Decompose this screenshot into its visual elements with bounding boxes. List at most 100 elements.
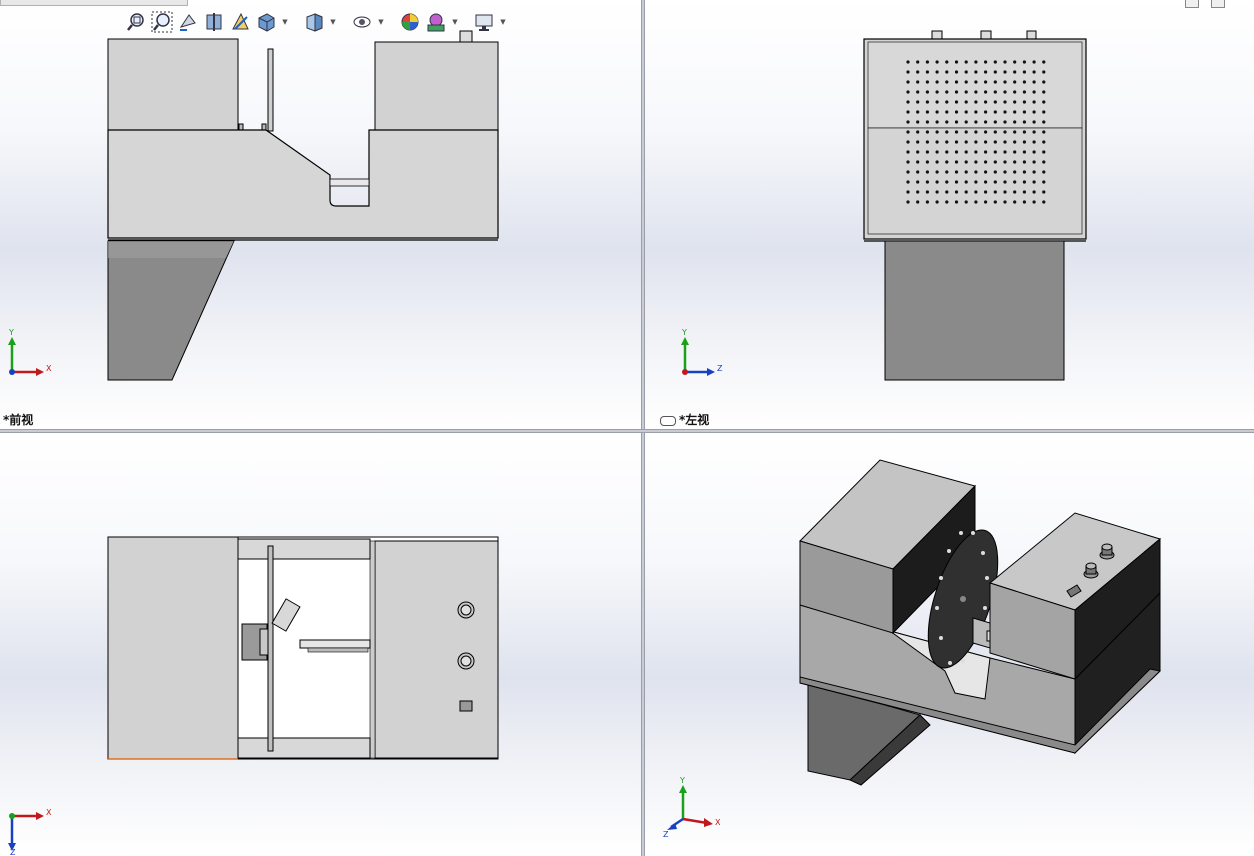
vent-hole [993,170,997,174]
svg-text:X: X [715,818,721,827]
viewport-isometric[interactable]: Y X Z [645,433,1254,856]
vent-hole [984,150,988,154]
axis-triad-top: X Z [8,808,52,856]
front-view-model [107,30,499,381]
vent-hole [1003,180,1007,184]
vent-hole [906,200,910,204]
vent-hole [974,120,978,124]
vent-hole [1042,60,1046,64]
vent-hole [1032,100,1036,104]
vent-hole [964,90,968,94]
svg-text:X: X [46,364,52,373]
vent-hole [1013,80,1017,84]
vent-hole [1003,200,1007,204]
vent-hole [964,110,968,114]
vent-hole [1013,70,1017,74]
vent-hole [916,70,920,74]
vent-hole [945,60,949,64]
vent-hole [1022,190,1026,194]
vent-hole [1013,180,1017,184]
svg-text:Z: Z [717,364,723,373]
vent-hole [993,180,997,184]
vent-hole [984,190,988,194]
vent-hole [954,110,959,114]
vent-hole [935,140,939,144]
svg-text:Y: Y [681,328,687,337]
vent-hole [925,60,929,64]
vent-hole [906,150,910,154]
axis-triad-front: Y X [8,328,52,376]
vent-hole [1042,70,1046,74]
vent-hole [954,180,959,184]
vent-hole [925,190,929,194]
vent-hole [906,190,910,194]
vent-hole [945,160,949,164]
vent-hole [906,80,910,84]
vent-hole [954,140,959,144]
vent-hole [1042,110,1046,114]
vent-hole [954,90,959,94]
viewport-top[interactable]: X Z [0,433,641,856]
vent-hole [925,70,929,74]
vent-hole [1003,110,1007,114]
vent-hole [1042,200,1046,204]
vent-hole [906,180,910,184]
vent-hole [1013,160,1017,164]
vent-hole [984,180,988,184]
vent-hole [974,150,978,154]
vent-hole [1032,190,1036,194]
vent-hole [925,130,929,134]
vent-hole [974,200,978,204]
vent-hole [1042,160,1046,164]
vent-hole [935,80,939,84]
vent-hole [925,160,929,164]
vent-hole [906,70,910,74]
view-label-left[interactable]: *左视 [660,411,709,428]
vent-hole [1013,60,1017,64]
vent-hole [954,170,959,174]
svg-text:Z: Z [663,830,669,839]
vent-hole [974,160,978,164]
vent-hole [906,130,910,134]
vent-hole [1003,190,1007,194]
vent-hole [916,200,920,204]
view-label-front[interactable]: *前视 [3,411,33,428]
vent-hole [964,160,968,164]
vent-hole [974,100,978,104]
top-view-model [107,536,499,760]
vent-hole [993,200,997,204]
vent-hole [1032,60,1036,64]
vent-hole [1003,160,1007,164]
vent-hole-grid [906,60,1046,204]
viewport-left[interactable]: Y Z *左视 [645,0,1254,429]
viewport-splitter-horizontal[interactable] [0,429,1254,433]
vent-hole [1013,140,1017,144]
vent-hole [954,80,959,84]
vent-hole [1042,180,1046,184]
vent-hole [1022,170,1026,174]
axis-triad-left: Y Z [681,328,723,376]
svg-text:Z: Z [10,848,16,856]
vent-hole [993,150,997,154]
vent-hole [945,70,949,74]
link-views-icon[interactable] [660,415,676,426]
vent-hole [945,90,949,94]
vent-hole [1032,130,1036,134]
vent-hole [1042,140,1046,144]
vent-hole [935,160,939,164]
vent-hole [993,120,997,124]
vent-hole [925,100,929,104]
vent-hole [954,160,959,164]
vent-hole [1042,170,1046,174]
vent-hole [916,130,920,134]
vent-hole [945,110,949,114]
vent-hole [984,170,988,174]
vent-hole [1032,80,1036,84]
vent-hole [935,200,939,204]
vent-hole [984,130,988,134]
vent-hole [1003,130,1007,134]
viewport-splitter-vertical[interactable] [641,0,645,856]
viewport-front[interactable]: ··· ▼ ▼ ▼ [0,0,641,429]
vent-hole [925,110,929,114]
vent-hole [974,140,978,144]
